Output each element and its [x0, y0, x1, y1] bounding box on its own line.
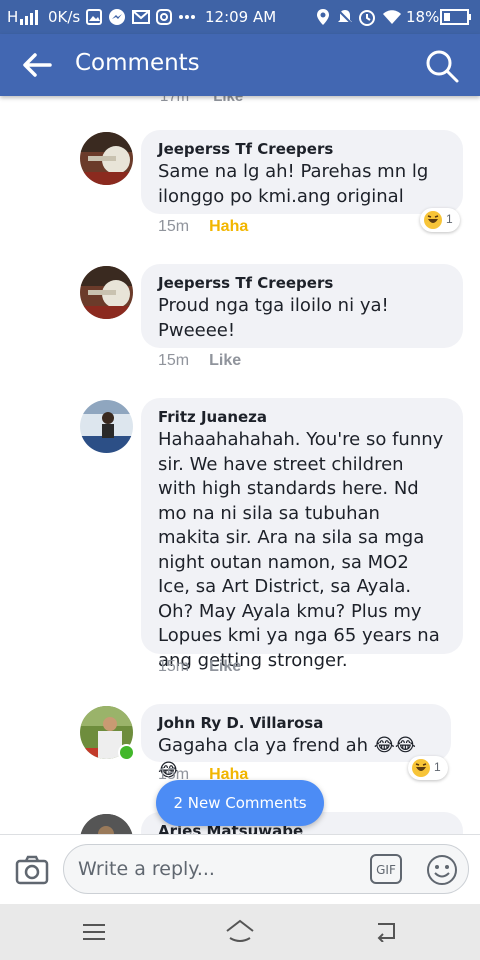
- reply-composer: Write a reply... GIF: [0, 834, 480, 905]
- like-button[interactable]: Like: [209, 658, 241, 675]
- page-title: Comments: [75, 50, 200, 76]
- reaction-count: 1: [434, 760, 441, 774]
- mute-icon: [337, 9, 353, 25]
- system-nav-bar: [0, 904, 480, 960]
- comment-time: 15m: [158, 658, 190, 675]
- comment-author[interactable]: Fritz Juaneza: [158, 408, 446, 426]
- comment-author[interactable]: John Ry D. Villarosa: [158, 714, 434, 732]
- carrier-label: H: [7, 8, 19, 26]
- previous-comment-meta: 17m Like: [160, 96, 243, 105]
- network-speed: 0K/s: [48, 8, 81, 26]
- like-button[interactable]: Like: [209, 352, 241, 369]
- comment-meta: 15m Like: [158, 352, 241, 370]
- comment-time: 15m: [158, 352, 190, 369]
- comment-meta: 15m Haha: [158, 218, 248, 236]
- reaction-summary[interactable]: 1: [420, 208, 460, 232]
- online-status-dot: [118, 744, 135, 761]
- comment-bubble[interactable]: Jeeperss Tf Creepers Same na lg ah! Pare…: [141, 130, 463, 214]
- previous-like-button[interactable]: Like: [213, 96, 243, 105]
- comment-author[interactable]: Jeeperss Tf Creepers: [158, 140, 446, 158]
- mail-icon: [132, 10, 150, 24]
- wifi-icon: [383, 10, 401, 24]
- menu-icon[interactable]: [82, 922, 106, 942]
- avatar[interactable]: [80, 814, 133, 834]
- comment-text: Same na lg ah! Parehas mn lg ilonggo po …: [158, 161, 429, 207]
- avatar[interactable]: [80, 266, 133, 319]
- comment-list[interactable]: 17m Like Jeeperss Tf Creepers Same na lg …: [0, 96, 480, 834]
- new-comments-button[interactable]: 2 New Comments: [156, 780, 324, 826]
- gif-icon[interactable]: GIF: [370, 854, 402, 884]
- back-nav-icon[interactable]: [374, 920, 398, 942]
- back-arrow-icon[interactable]: [22, 51, 52, 79]
- reply-input[interactable]: Write a reply... GIF: [63, 844, 469, 894]
- signal-icon: [20, 10, 38, 25]
- comment-meta: 15m Like: [158, 658, 241, 676]
- location-icon: [317, 9, 329, 25]
- clock: 12:09 AM: [205, 8, 277, 26]
- comment-bubble[interactable]: Fritz Juaneza Hahaahahahah. You're so fu…: [141, 398, 463, 671]
- comment-text: Gagaha cla ya frend ah: [158, 735, 369, 756]
- reply-placeholder: Write a reply...: [78, 858, 215, 880]
- previous-comment-time: 17m: [160, 96, 190, 105]
- search-icon[interactable]: [424, 48, 460, 84]
- avatar[interactable]: [80, 400, 133, 453]
- comment-time: 15m: [158, 218, 190, 235]
- comment-bubble[interactable]: John Ry D. Villarosa Gagaha cla ya frend…: [141, 704, 451, 781]
- haha-emoji-icon: [412, 759, 430, 777]
- comment-bubble[interactable]: Jeeperss Tf Creepers Proud nga tga iloil…: [141, 264, 463, 348]
- battery-percent: 18%: [406, 8, 440, 26]
- status-bar: H 0K/s 12:09 AM 18%: [0, 0, 480, 34]
- haha-emoji-icon: [424, 211, 442, 229]
- comment-text: Proud nga tga iloilo ni ya! Pweeee!: [158, 295, 389, 341]
- comment-author[interactable]: Jeeperss Tf Creepers: [158, 274, 446, 292]
- battery-icon: [440, 9, 471, 25]
- comment-text: Hahaahahahah. You're so funny sir. We ha…: [158, 429, 444, 671]
- app-header: Comments: [0, 34, 480, 96]
- gallery-icon: [86, 9, 102, 25]
- instagram-icon: [156, 9, 172, 25]
- alarm-icon: [359, 10, 375, 26]
- messenger-icon: [109, 9, 125, 25]
- reaction-button[interactable]: Haha: [209, 218, 248, 235]
- reaction-summary[interactable]: 1: [408, 756, 448, 780]
- gif-label: GIF: [376, 863, 396, 877]
- camera-icon[interactable]: [15, 854, 49, 886]
- reaction-count: 1: [446, 212, 453, 226]
- emoji-icon[interactable]: [426, 854, 458, 886]
- avatar[interactable]: [80, 132, 133, 185]
- more-icon: [179, 15, 195, 19]
- home-icon[interactable]: [224, 918, 256, 944]
